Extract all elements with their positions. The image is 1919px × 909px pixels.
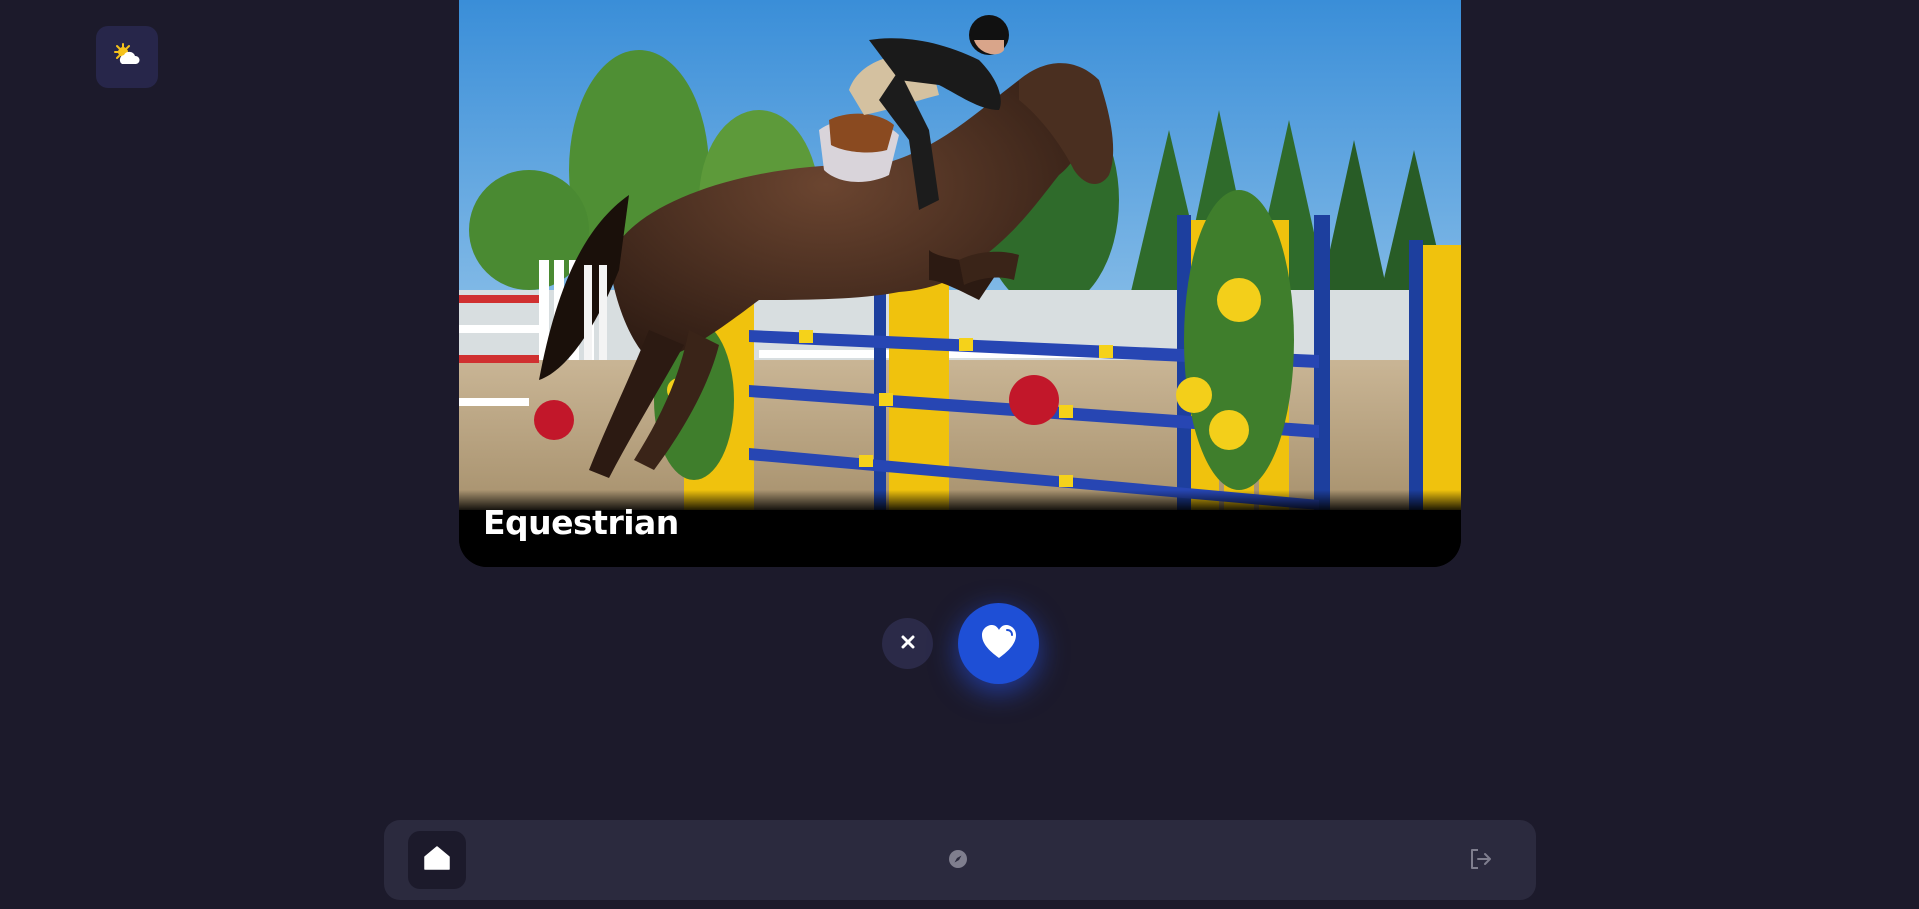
close-icon: [900, 634, 916, 654]
like-button[interactable]: [958, 603, 1039, 684]
nav-explore-button[interactable]: [948, 849, 968, 873]
dismiss-button[interactable]: [882, 618, 933, 669]
nav-logout-button[interactable]: [1468, 848, 1494, 874]
logout-icon: [1469, 848, 1493, 874]
home-icon: [424, 846, 450, 874]
compass-icon: [948, 849, 968, 873]
weather-button[interactable]: [96, 26, 158, 88]
activity-photo: [459, 0, 1461, 510]
nav-home-button[interactable]: [408, 831, 466, 889]
bottom-nav: [384, 820, 1536, 900]
heart-icon: [980, 624, 1018, 664]
activity-card[interactable]: Equestrian: [459, 0, 1461, 567]
partly-sunny-icon: [112, 42, 142, 72]
activity-title: Equestrian: [483, 503, 679, 542]
